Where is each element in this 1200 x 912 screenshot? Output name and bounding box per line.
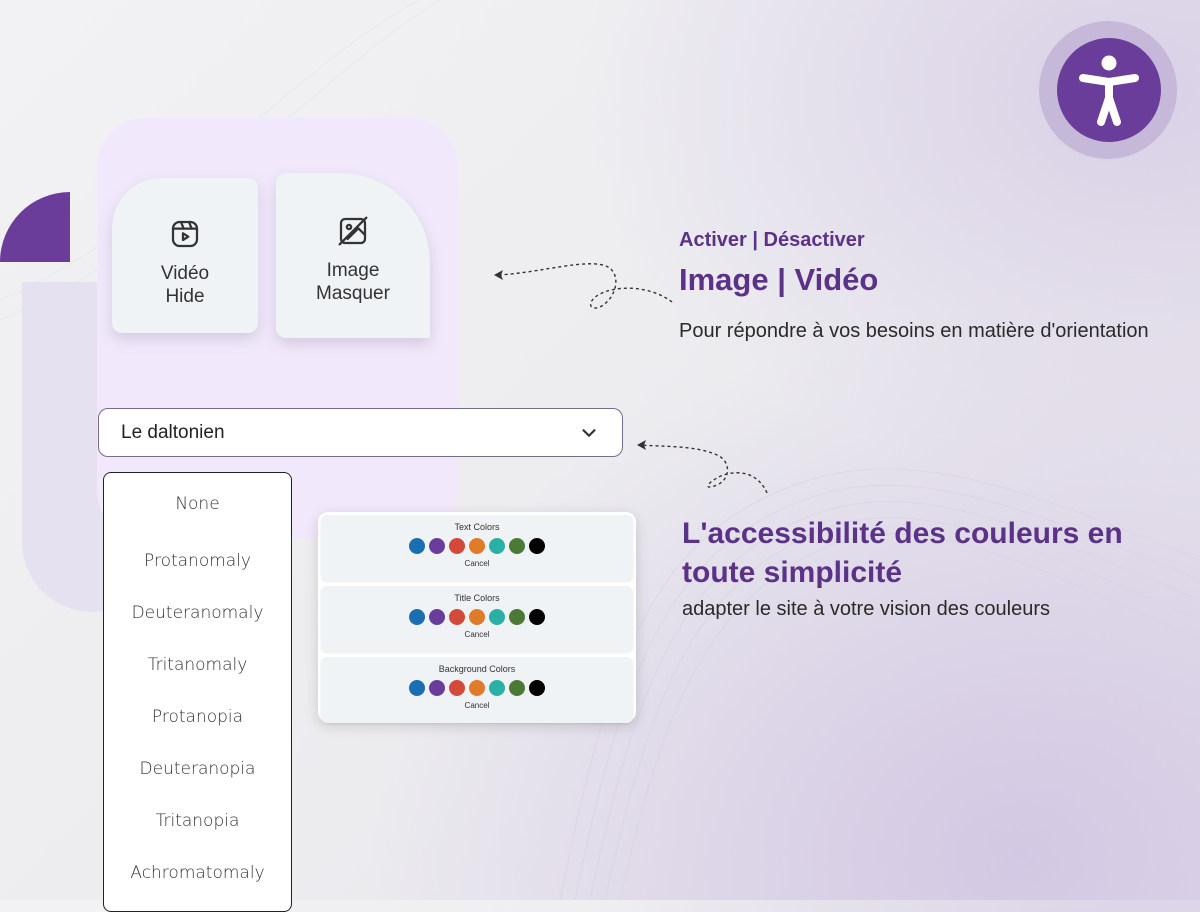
- color-swatch[interactable]: [409, 538, 425, 554]
- accessibility-person-icon: [1079, 55, 1139, 126]
- color-swatch[interactable]: [449, 680, 465, 696]
- color-accessibility-description: adapter le site à votre vision des coule…: [682, 598, 1050, 620]
- color-group-title: Title Colors: [454, 593, 500, 603]
- video-hide-card[interactable]: Vidéo Hide: [112, 178, 258, 333]
- dashed-arrow-color-select: [637, 440, 768, 494]
- color-swatch[interactable]: [449, 538, 465, 554]
- color-swatch[interactable]: [529, 538, 545, 554]
- color-picker-panel: Text Colors Cancel Title Colors Cancel B…: [318, 512, 636, 723]
- title-colors-group: Title Colors Cancel: [321, 586, 633, 652]
- text-colors-group: Text Colors Cancel: [321, 515, 633, 581]
- cancel-button[interactable]: Cancel: [465, 559, 490, 568]
- cancel-button[interactable]: Cancel: [465, 701, 490, 710]
- menu-option-protanopia[interactable]: Protanopia: [104, 691, 291, 743]
- color-swatch[interactable]: [429, 538, 445, 554]
- color-swatch[interactable]: [489, 538, 505, 554]
- color-swatch[interactable]: [469, 538, 485, 554]
- video-hide-label: Vidéo Hide: [160, 263, 210, 307]
- background-colors-group: Background Colors Cancel: [321, 657, 633, 723]
- section-subtitle: Activer | Désactiver: [679, 229, 865, 251]
- color-blindness-select[interactable]: Le daltonien: [98, 408, 623, 457]
- color-swatch[interactable]: [429, 680, 445, 696]
- color-swatch[interactable]: [509, 609, 525, 625]
- color-swatch[interactable]: [509, 538, 525, 554]
- menu-option-tritanopia[interactable]: Tritanopia: [104, 795, 291, 847]
- color-swatch[interactable]: [469, 609, 485, 625]
- cancel-button[interactable]: Cancel: [465, 630, 490, 639]
- color-swatch[interactable]: [409, 609, 425, 625]
- menu-option-tritanomaly[interactable]: Tritanomaly: [104, 639, 291, 691]
- color-swatches: [409, 609, 545, 625]
- menu-option-achromatomaly[interactable]: Achromatomaly: [104, 847, 291, 899]
- color-swatches: [409, 538, 545, 554]
- accessibility-button[interactable]: [1057, 38, 1161, 142]
- color-group-title: Text Colors: [454, 522, 500, 532]
- image-hide-label: Image Masquer: [316, 260, 390, 304]
- color-swatch[interactable]: [429, 609, 445, 625]
- dashed-arrow-image-video: [494, 263, 673, 309]
- color-swatch[interactable]: [449, 609, 465, 625]
- color-swatch[interactable]: [469, 680, 485, 696]
- color-accessibility-title: L'accessibilité des couleurs en toute si…: [682, 517, 1123, 589]
- color-swatch[interactable]: [529, 680, 545, 696]
- color-swatch[interactable]: [489, 680, 505, 696]
- color-swatch[interactable]: [409, 680, 425, 696]
- section-title: Image | Vidéo: [679, 262, 879, 297]
- color-swatch[interactable]: [509, 680, 525, 696]
- menu-option-deuteranopia[interactable]: Deuteranopia: [104, 743, 291, 795]
- menu-option-deuteranomaly[interactable]: Deuteranomaly: [104, 587, 291, 639]
- image-off-icon: [338, 216, 368, 246]
- color-swatch[interactable]: [489, 609, 505, 625]
- color-blindness-options-menu: None Protanomaly Deuteranomaly Tritanoma…: [103, 472, 292, 912]
- menu-option-protanomaly[interactable]: Protanomaly: [104, 535, 291, 587]
- select-value: Le daltonien: [121, 421, 225, 443]
- color-swatches: [409, 680, 545, 696]
- menu-option-none[interactable]: None: [104, 473, 291, 535]
- section-description: Pour répondre à vos besoins en matière d…: [679, 320, 1149, 342]
- color-swatch[interactable]: [529, 609, 545, 625]
- color-group-title: Background Colors: [438, 664, 516, 674]
- chevron-down-icon[interactable]: [578, 422, 600, 444]
- video-reel-icon: [171, 220, 199, 248]
